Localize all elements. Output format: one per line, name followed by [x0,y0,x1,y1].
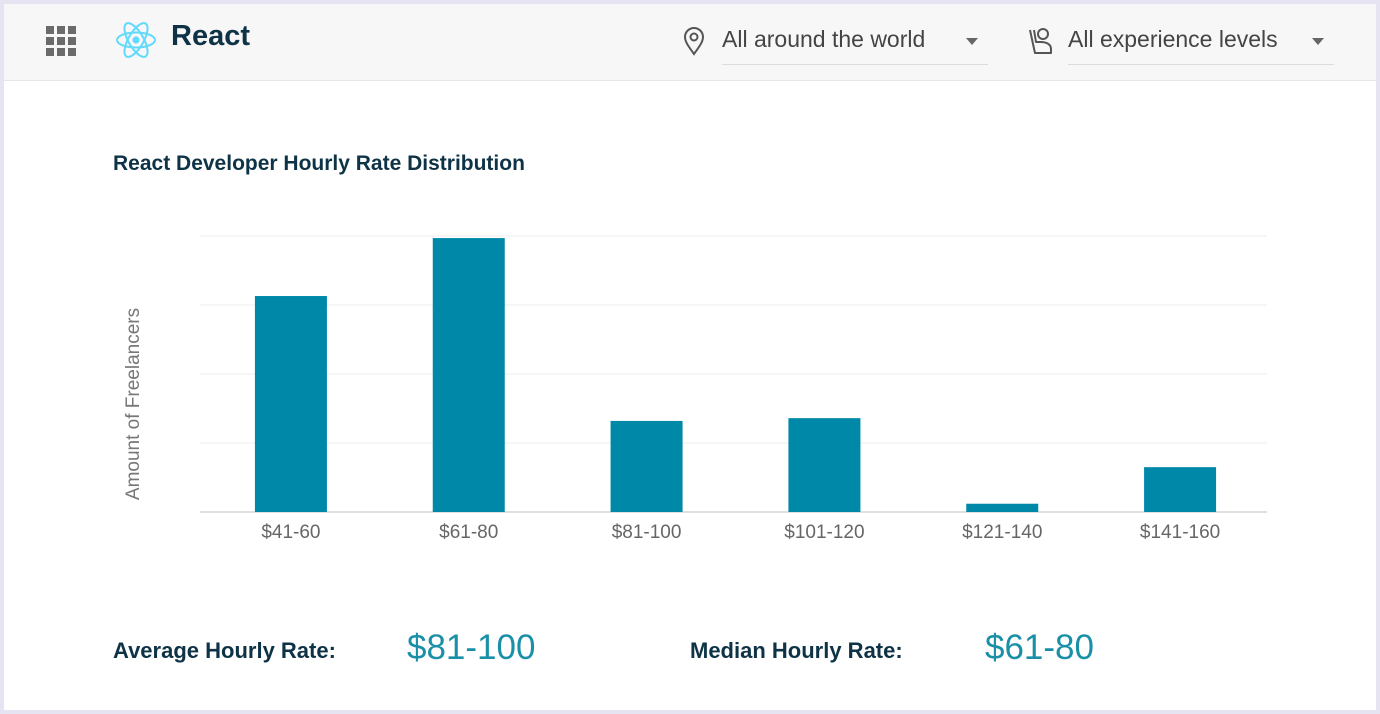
card: React All around the world All experienc… [4,4,1376,710]
x-tick-label: $81-100 [612,522,682,543]
average-rate-label: Average Hourly Rate: [113,638,336,663]
bars [254,238,1217,512]
x-tick-label: $121-140 [962,522,1042,543]
median-rate-label: Median Hourly Rate: [690,638,903,663]
x-tick-labels: $41-60 $61-80 $81-100 $101-120 $121-140 $141-… [261,522,1220,543]
median-rate-value: $61-80 [985,628,1094,667]
x-tick-label: $61-80 [439,522,498,543]
bar-61-80[interactable] [432,238,505,512]
average-rate-value: $81-100 [407,628,536,667]
bar-chart: Amount of Freelancers $41-60 $61-80 $81-10… [123,235,1267,543]
bar-121-140[interactable] [966,503,1039,512]
x-tick-label: $101-120 [784,522,864,543]
gridlines [200,235,1267,513]
bar-81-100[interactable] [610,420,683,512]
x-tick-label: $41-60 [261,522,320,543]
x-tick-label: $141-160 [1140,522,1220,543]
y-axis-label: Amount of Freelancers [123,308,144,500]
bar-101-120[interactable] [788,418,861,512]
bar-141-160[interactable] [1144,467,1217,512]
bar-41-60[interactable] [254,296,327,512]
